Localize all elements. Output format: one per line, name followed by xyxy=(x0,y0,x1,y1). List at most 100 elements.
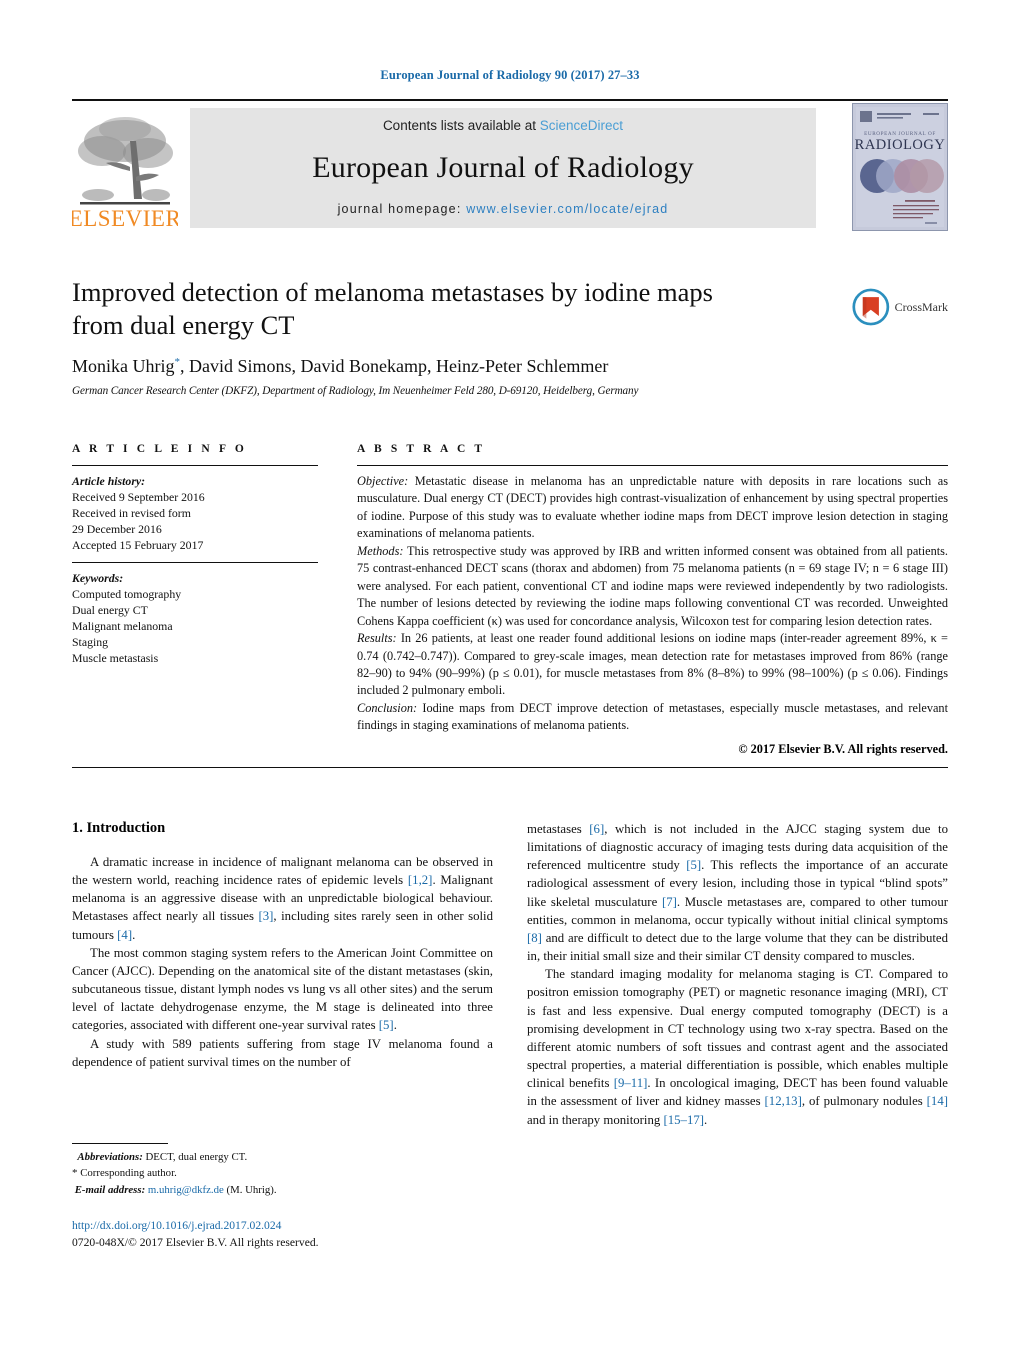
paragraph-text: and in therapy monitoring xyxy=(527,1112,664,1127)
paragraph-text: . xyxy=(704,1112,708,1127)
citation-link[interactable]: [4] xyxy=(117,928,132,942)
contents-prefix: Contents lists available at xyxy=(382,118,540,133)
history-item: 29 December 2016 xyxy=(72,522,162,537)
journal-article-page: European Journal of Radiology 90 (2017) … xyxy=(0,0,1020,1351)
citation-link[interactable]: [7] xyxy=(662,895,677,909)
paragraph-text: . xyxy=(393,1018,397,1033)
abstract-section: Results: In 26 patients, at least one re… xyxy=(357,630,948,700)
abstract-section-label: Results: xyxy=(357,631,397,646)
corresponding-author-note: * Corresponding author. xyxy=(72,1165,493,1182)
abstract-section-label: Methods: xyxy=(357,543,404,558)
article-title-block: Improved detection of melanoma metastase… xyxy=(72,276,948,397)
homepage-prefix: journal homepage: xyxy=(337,202,467,216)
author-list: Monika Uhrig*, David Simons, David Bonek… xyxy=(72,356,948,377)
keyword-item: Muscle metastasis xyxy=(72,651,159,666)
page-title: Improved detection of melanoma metastase… xyxy=(72,277,713,341)
paragraph-text: The most common staging system refers to… xyxy=(72,945,493,1033)
crossmark-badge[interactable]: CrossMark xyxy=(852,284,948,330)
citation-link[interactable]: [9–11] xyxy=(614,1076,648,1090)
body-paragraph: A dramatic increase in incidence of mali… xyxy=(72,853,493,944)
keyword-item: Malignant melanoma xyxy=(72,619,173,634)
issn-copyright-line: 0720-048X/© 2017 Elsevier B.V. All right… xyxy=(72,1235,319,1249)
abstract-section-text: In 26 patients, at least one reader foun… xyxy=(357,631,948,698)
abstract-heading: A B S T R A C T xyxy=(357,443,486,455)
body-paragraph: A study with 589 patients suffering from… xyxy=(72,1035,493,1071)
paragraph-text: , of pulmonary nodules xyxy=(801,1094,927,1109)
section-title: Introduction xyxy=(86,820,166,836)
article-info-column: A R T I C L E I N F O Article history: R… xyxy=(72,443,318,666)
section-number: 1. xyxy=(72,820,83,836)
abstract-section-label: Objective: xyxy=(357,474,409,488)
body-paragraph: The most common staging system refers to… xyxy=(72,944,493,1035)
paragraph-text: and are difficult to detect due to the l… xyxy=(527,930,948,964)
citation-link[interactable]: [8] xyxy=(527,931,542,945)
doi-link[interactable]: http://dx.doi.org/10.1016/j.ejrad.2017.0… xyxy=(72,1218,552,1235)
body-text-right: metastases [6], which is not included in… xyxy=(527,820,948,1129)
history-item: Received in revised form xyxy=(72,506,191,521)
body-paragraph: The standard imaging modality for melano… xyxy=(527,965,948,1128)
email-suffix: (M. Uhrig). xyxy=(223,1183,277,1196)
homepage-url-link[interactable]: www.elsevier.com/locate/ejrad xyxy=(466,202,668,216)
crossmark-label: CrossMark xyxy=(894,299,948,314)
citation-link[interactable]: [5] xyxy=(379,1018,394,1032)
paragraph-text: The standard imaging modality for melano… xyxy=(527,967,948,1091)
info-rule-top xyxy=(72,465,318,466)
abstract-body: Objective: Metastatic disease in melanom… xyxy=(357,473,948,735)
asterisk-icon: * xyxy=(72,1167,78,1180)
introduction-heading: 1. Introduction xyxy=(72,820,493,837)
sciencedirect-link[interactable]: ScienceDirect xyxy=(540,118,623,133)
history-item: Accepted 15 February 2017 xyxy=(72,538,204,553)
keyword-item: Staging xyxy=(72,635,109,650)
history-item: Received 9 September 2016 xyxy=(72,490,205,505)
keyword-item: Computed tomography xyxy=(72,587,182,602)
citation-link[interactable]: [3] xyxy=(258,909,273,923)
journal-homepage-line: journal homepage: www.elsevier.com/locat… xyxy=(338,202,669,216)
authors-text: Monika Uhrig*, David Simons, David Bonek… xyxy=(72,356,609,377)
crossmark-icon xyxy=(852,288,890,326)
doi-block: http://dx.doi.org/10.1016/j.ejrad.2017.0… xyxy=(72,1218,552,1252)
keywords-label: Keywords: xyxy=(72,571,124,586)
svg-text:ELSEVIER: ELSEVIER xyxy=(72,206,178,231)
paragraph-text: metastases xyxy=(527,822,590,836)
elsevier-logo: ELSEVIER xyxy=(72,107,178,231)
abstract-copyright: © 2017 Elsevier B.V. All rights reserved… xyxy=(738,741,948,756)
abstract-section: Conclusion: Iodine maps from DECT improv… xyxy=(357,700,948,735)
abbreviations-label: Abbreviations: xyxy=(77,1151,143,1163)
paragraph-text: . xyxy=(132,927,136,942)
citation-link[interactable]: [6] xyxy=(589,822,604,836)
abstract-section-label: Conclusion: xyxy=(357,700,418,715)
abstract-section: Methods: This retrospective study was ap… xyxy=(357,543,948,630)
paragraph-text: A study with 589 patients suffering from… xyxy=(72,1036,493,1069)
abbreviations-text: DECT, dual energy CT. xyxy=(142,1151,248,1163)
corresponding-author-text: Corresponding author. xyxy=(80,1167,177,1180)
footnotes-block: Abbreviations: DECT, dual energy CT. * C… xyxy=(72,1143,493,1198)
email-label: E-mail address: xyxy=(74,1183,146,1196)
footnote-rule xyxy=(72,1143,168,1144)
svg-text:RADIOLOGY: RADIOLOGY xyxy=(855,137,946,153)
journal-title: European Journal of Radiology xyxy=(312,150,694,184)
email-link[interactable]: m.uhrig@dkfz.de xyxy=(148,1184,224,1196)
journal-band: Contents lists available at ScienceDirec… xyxy=(190,108,816,228)
info-rule-middle xyxy=(72,562,318,564)
citation-link[interactable]: [15–17] xyxy=(663,1113,704,1127)
citation-link[interactable]: [12,13] xyxy=(765,1094,802,1108)
abstract-section-text: Metastatic disease in melanoma has an un… xyxy=(357,474,948,541)
corresponding-author-marker: * xyxy=(174,356,181,369)
citation-link[interactable]: [5] xyxy=(686,858,701,872)
abstract-rule-top xyxy=(357,465,948,466)
keywords-block: Keywords: Computed tomography Dual energ… xyxy=(72,570,318,666)
journal-cover-thumbnail: EUROPEAN JOURNAL OF RADIOLOGY xyxy=(852,103,948,231)
body-column-right: metastases [6], which is not included in… xyxy=(527,820,948,1129)
email-note: E-mail address: m.uhrig@dkfz.de (M. Uhri… xyxy=(72,1182,493,1198)
contents-line: Contents lists available at ScienceDirec… xyxy=(383,118,623,133)
body-paragraph: metastases [6], which is not included in… xyxy=(527,820,948,965)
citation-link[interactable]: [1,2] xyxy=(408,873,433,887)
citation-link[interactable]: [14] xyxy=(927,1094,948,1108)
abstract-section: Objective: Metastatic disease in melanom… xyxy=(357,473,948,543)
article-info-heading: A R T I C L E I N F O xyxy=(72,443,247,455)
affiliation: German Cancer Research Center (DKFZ), De… xyxy=(72,385,639,398)
abstract-rule-bottom xyxy=(72,767,948,768)
article-history: Article history: Received 9 September 20… xyxy=(72,473,318,553)
running-head: European Journal of Radiology 90 (2017) … xyxy=(380,68,640,82)
abstract-column: A B S T R A C T Objective: Metastatic di… xyxy=(357,443,948,757)
